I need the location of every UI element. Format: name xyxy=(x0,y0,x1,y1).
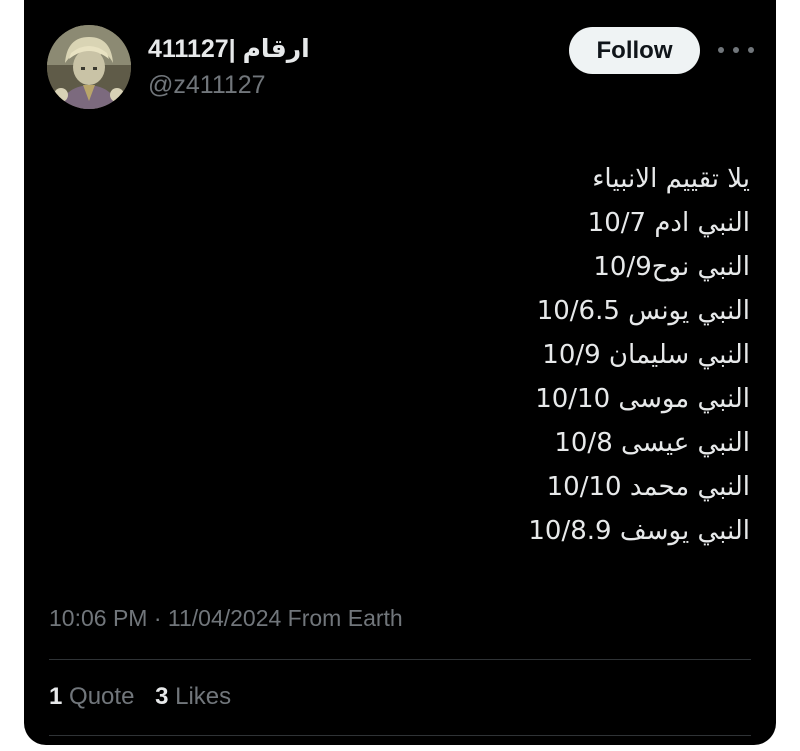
likes-stat[interactable]: 3 Likes xyxy=(155,682,231,712)
likes-count: 3 xyxy=(155,683,169,710)
tweet-line: النبي ادم 10/7 xyxy=(587,208,750,238)
avatar-image xyxy=(47,25,131,109)
more-dot xyxy=(733,47,739,53)
tweet-timestamp[interactable]: 10:06 PM · 11/04/2024 From Earth xyxy=(49,603,403,633)
tweet-line: النبي سليمان 10/9 xyxy=(542,340,750,370)
quotes-stat[interactable]: 1 Quote xyxy=(49,682,134,712)
author-display-name[interactable]: 411127| ارقام xyxy=(148,34,310,64)
tweet-line: يلا تقييم الانبياء xyxy=(592,164,750,194)
tweet-text: يلا تقييم الانبياء النبي ادم 10/7 النبي … xyxy=(150,157,750,553)
quotes-label: Quote xyxy=(69,683,135,710)
tweet-line: النبي نوح10/9 xyxy=(593,252,750,282)
tweet-line: النبي يونس 10/6.5 xyxy=(536,296,750,326)
quotes-count: 1 xyxy=(49,683,63,710)
more-dot xyxy=(718,47,724,53)
divider xyxy=(49,735,751,736)
divider xyxy=(49,659,751,660)
tweet-card: 411127| ارقام @z411127 Follow يلا تقييم … xyxy=(24,0,776,745)
tweet-line: النبي عيسى 10/8 xyxy=(554,428,750,458)
follow-button[interactable]: Follow xyxy=(569,27,700,74)
author-handle[interactable]: @z411127 xyxy=(148,70,266,100)
more-horizontal-icon[interactable] xyxy=(718,36,754,64)
avatar[interactable] xyxy=(47,25,131,109)
more-dot xyxy=(748,47,754,53)
tweet-line: النبي يوسف 10/8.9 xyxy=(528,516,750,546)
likes-label: Likes xyxy=(175,683,232,710)
engagement-stats: 1 Quote 3 Likes xyxy=(49,682,245,712)
tweet-line: النبي محمد 10/10 xyxy=(546,472,750,502)
tweet-line: النبي موسى 10/10 xyxy=(535,384,750,414)
